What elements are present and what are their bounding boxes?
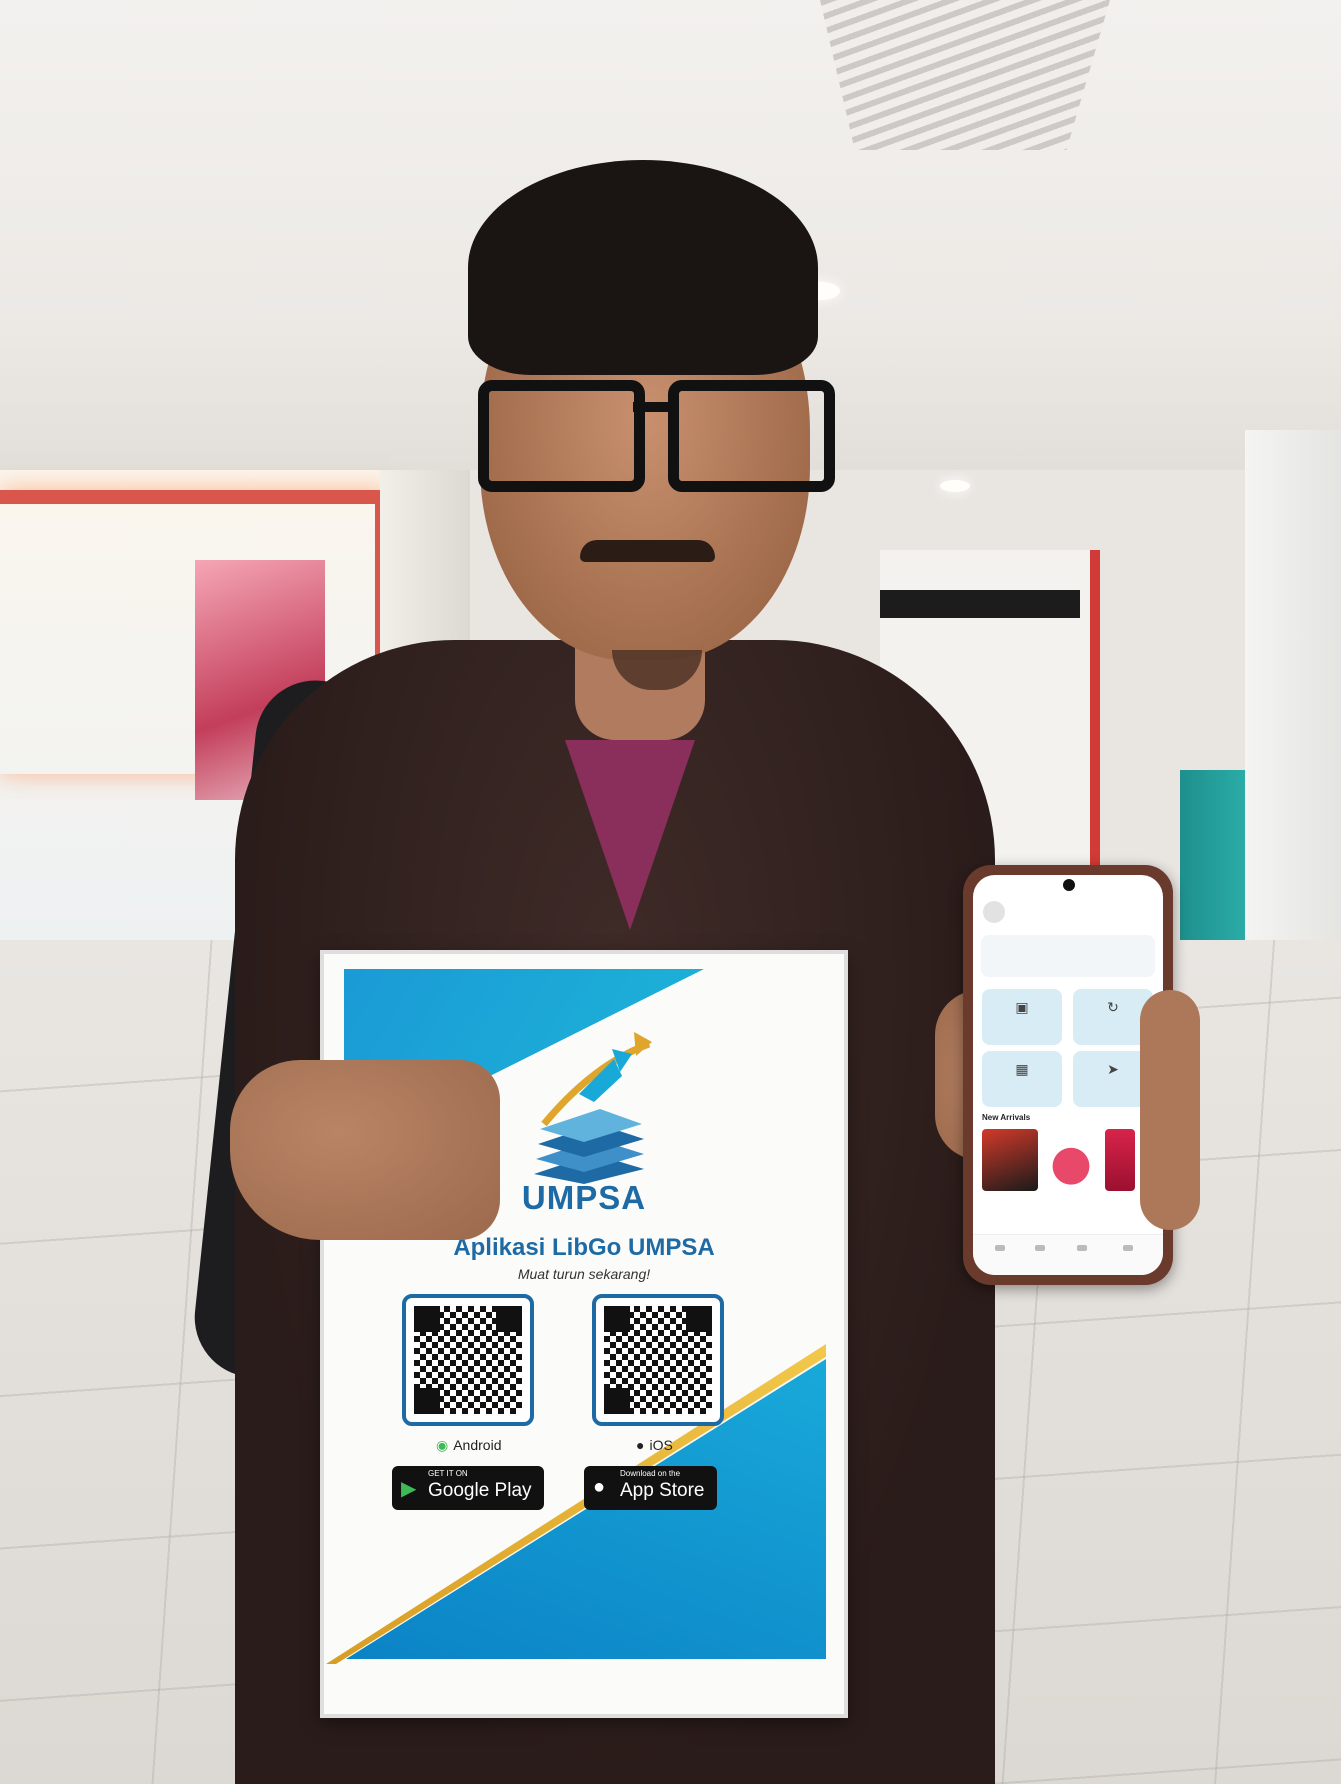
ios-label: iOS [649, 1437, 673, 1453]
user-avatar[interactable] [983, 901, 1005, 923]
app-stats-card [981, 935, 1155, 977]
book-icon: ▣ [1015, 999, 1029, 1015]
glasses-bridge [633, 402, 668, 412]
eyeglasses [478, 380, 835, 492]
calendar-icon: ▦ [1015, 1061, 1029, 1077]
nav-search-icon[interactable] [1035, 1245, 1045, 1251]
play-triangle-icon: ▶ [401, 1478, 417, 1500]
left-lens [478, 380, 645, 492]
person-hair [468, 160, 818, 375]
nav-bell-icon[interactable] [1077, 1245, 1087, 1251]
ios-qr-code[interactable] [592, 1294, 724, 1426]
book-cover-1[interactable] [982, 1129, 1038, 1191]
nav-home-icon[interactable] [995, 1245, 1005, 1251]
android-icon: ◉ [436, 1437, 449, 1453]
mustache [580, 540, 715, 562]
right-lens [668, 380, 835, 492]
google-play-label: Google Play [428, 1480, 532, 1501]
ceiling-light [940, 480, 970, 492]
new-arrivals-title: New Arrivals [982, 1113, 1031, 1122]
book-cover-3[interactable] [1105, 1129, 1135, 1191]
android-label: Android [453, 1437, 502, 1453]
android-qr-code[interactable] [402, 1294, 534, 1426]
app-store-button[interactable]: ● Download on the App Store [584, 1466, 717, 1510]
apple-logo-icon: ● [593, 1476, 606, 1498]
ios-platform-label: ● iOS [636, 1437, 673, 1453]
app-header [983, 899, 1153, 925]
book-cover-2[interactable] [1045, 1129, 1097, 1191]
app-tile-1[interactable]: ▣ [982, 989, 1062, 1045]
exhibition-band [880, 590, 1080, 618]
flyer-subtitle: Muat turun sekarang! [517, 1266, 651, 1282]
app-store-small-text: Download on the [620, 1469, 681, 1478]
google-play-button[interactable]: ▶ GET IT ON Google Play [392, 1466, 544, 1510]
apple-icon: ● [636, 1437, 645, 1453]
front-camera [1063, 879, 1075, 891]
photo-scene: UMPSA Aplikasi LibGo UMPSA Muat turun se… [0, 0, 1341, 1784]
google-play-small-text: GET IT ON [428, 1469, 468, 1478]
android-platform-label: ◉ Android [436, 1437, 501, 1454]
air-vent [820, 0, 1110, 150]
nav-profile-icon[interactable] [1123, 1245, 1133, 1251]
app-tile-3[interactable]: ▦ [982, 1051, 1062, 1107]
app-store-label: App Store [620, 1480, 705, 1501]
left-hand [230, 1060, 500, 1240]
phone-screen: ▣ ↻ ▦ ➤ New Arrivals [973, 875, 1163, 1275]
right-fingers [1140, 990, 1200, 1230]
bottom-navigation [973, 1234, 1163, 1275]
umpsa-books-logo-icon [534, 1032, 652, 1184]
